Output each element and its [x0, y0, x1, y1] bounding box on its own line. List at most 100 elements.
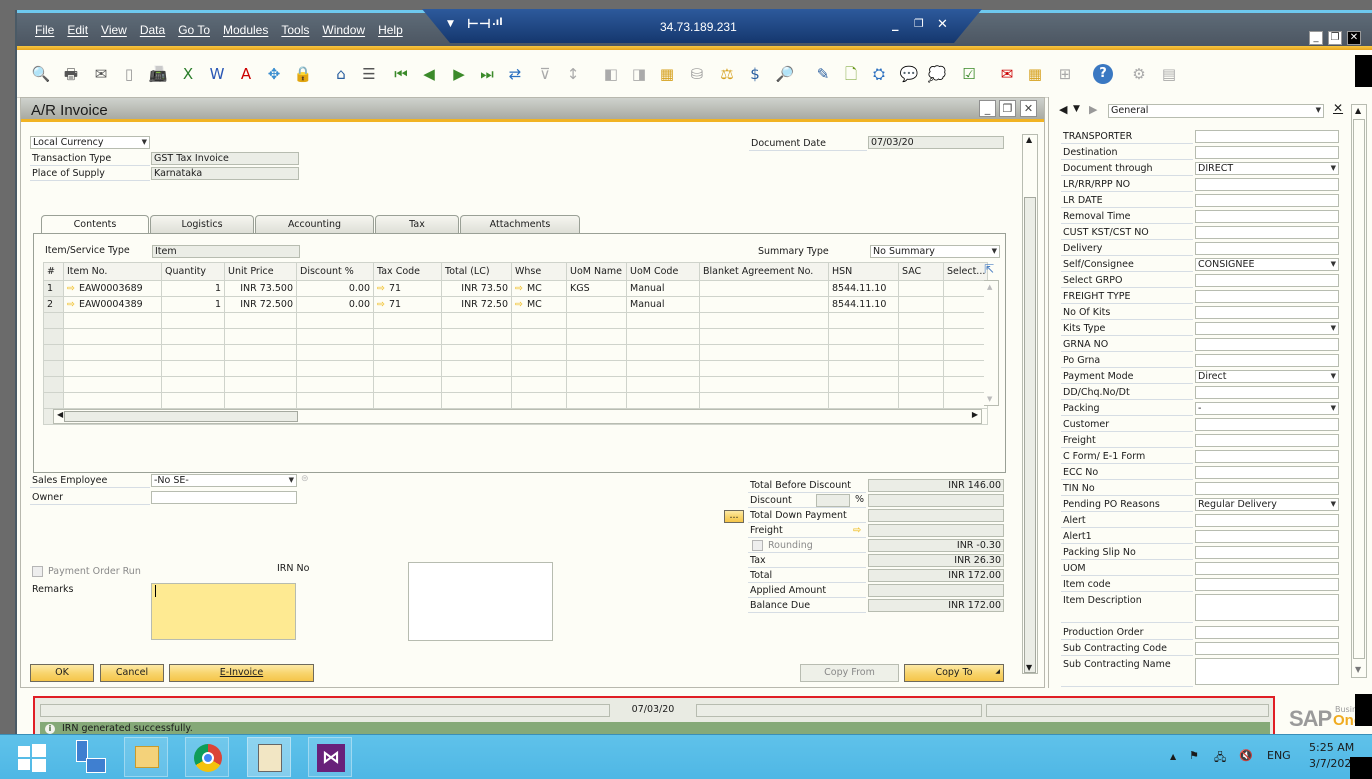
grid-cell[interactable] [699, 344, 829, 361]
refresh-icon[interactable]: ⇄ [505, 64, 525, 84]
grid-cell[interactable] [373, 328, 442, 345]
remarks-textarea[interactable] [151, 583, 296, 640]
transaction-type-field[interactable]: GST Tax Invoice [151, 152, 299, 165]
column-header[interactable]: UoM Code [626, 262, 700, 281]
grid-cell[interactable]: INR 73.50 [441, 280, 512, 297]
empty-table-row[interactable] [43, 328, 988, 345]
grid-cell[interactable] [224, 312, 297, 329]
grid-cell[interactable] [441, 360, 512, 377]
udf-prev-icon[interactable]: ◀ [1059, 103, 1067, 116]
grid-cell[interactable] [63, 376, 162, 393]
grid-cell[interactable] [626, 392, 700, 409]
empty-table-row[interactable] [43, 344, 988, 361]
udf-scroll-down-icon[interactable]: ▼ [1355, 665, 1361, 674]
rdp-restore-icon[interactable]: ❐ [914, 17, 924, 30]
clock-time[interactable]: 5:25 AM [1309, 741, 1354, 754]
sms-icon[interactable]: ▯ [119, 64, 139, 84]
grid-horizontal-scrollbar[interactable]: ◀ ▶ [53, 409, 982, 424]
menu-help[interactable]: Help [378, 23, 403, 37]
grid-cell[interactable] [43, 376, 64, 393]
grid-cell[interactable] [224, 392, 297, 409]
grid-cell[interactable] [161, 312, 225, 329]
scroll-down-icon[interactable]: ▼ [1026, 663, 1032, 672]
grid-cell[interactable] [43, 328, 64, 345]
empty-table-row[interactable] [43, 376, 988, 393]
menu-goto[interactable]: Go To [178, 23, 210, 37]
udf-text-field[interactable] [1195, 242, 1339, 255]
grid-cell[interactable]: INR 73.500 [224, 280, 297, 297]
word-export-icon[interactable]: W [207, 64, 227, 84]
item-service-type-field[interactable]: Item [152, 245, 300, 258]
grid-cell[interactable] [699, 296, 829, 313]
email-icon[interactable]: ✉ [91, 64, 111, 84]
udf-select-field[interactable]: - [1195, 402, 1339, 415]
menu-modules[interactable]: Modules [223, 23, 268, 37]
first-record-icon[interactable]: ⏮ [391, 64, 411, 84]
ok-button[interactable]: OK [30, 664, 94, 682]
udf-select-field[interactable]: CONSIGNEE [1195, 258, 1339, 271]
grid-scroll-down-icon[interactable]: ▼ [987, 395, 992, 403]
column-header[interactable]: Quantity [161, 262, 225, 281]
grid-cell[interactable] [296, 344, 374, 361]
grid-cell[interactable] [161, 376, 225, 393]
link-arrow-icon[interactable]: ⇨ [377, 299, 385, 310]
grid-vertical-scrollbar[interactable]: ▲ ▼ [984, 280, 999, 406]
lock-screen-icon[interactable]: 🔒 [293, 64, 313, 84]
chrome-icon[interactable] [185, 737, 229, 777]
udf-text-field[interactable] [1195, 290, 1339, 303]
sap-business-one-taskbar-icon[interactable] [247, 737, 291, 777]
grid-cell[interactable] [441, 344, 512, 361]
message-send-icon[interactable]: 💭 [927, 64, 947, 84]
column-header[interactable]: Tax Code [373, 262, 442, 281]
total-value[interactable]: INR 172.00 [868, 569, 1004, 582]
tab-tax[interactable]: Tax [375, 215, 459, 233]
last-record-icon[interactable]: ⏭ [477, 64, 497, 84]
grid-cell[interactable] [943, 312, 988, 329]
grid-cell[interactable] [943, 344, 988, 361]
scroll-up-icon[interactable]: ▲ [1026, 135, 1032, 144]
menu-tools[interactable]: Tools [281, 23, 309, 37]
balance-icon[interactable]: ⚖ [717, 64, 737, 84]
grid-cell[interactable] [828, 392, 899, 409]
total-value[interactable]: INR 172.00 [868, 599, 1004, 612]
cancel-button[interactable]: Cancel [100, 664, 164, 682]
grid-cell[interactable]: 1 [43, 280, 64, 297]
tab-logistics[interactable]: Logistics [150, 215, 254, 233]
grid-cell[interactable] [296, 392, 374, 409]
rdp-minimize-icon[interactable]: _ [892, 17, 899, 32]
udf-text-field[interactable] [1195, 642, 1339, 655]
visual-studio-icon[interactable]: ⋈ [308, 737, 352, 777]
payment-order-run-checkbox[interactable] [32, 566, 43, 577]
grid-cell[interactable]: INR 72.500 [224, 296, 297, 313]
grid-cell[interactable] [828, 376, 899, 393]
previous-record-icon[interactable]: ◀ [419, 64, 439, 84]
app-restore-icon[interactable]: ❐ [1328, 31, 1342, 45]
form-close-icon[interactable]: ✕ [1020, 100, 1037, 117]
udf-text-field[interactable] [1195, 578, 1339, 591]
copy-to-button[interactable]: Copy To ◢ [904, 664, 1004, 682]
grid-cell[interactable]: ⇨ 71 [373, 280, 442, 297]
transaction-report-icon[interactable]: 🔎 [775, 64, 795, 84]
activity-icon[interactable]: ☑ [959, 64, 979, 84]
udf-text-field[interactable] [1195, 434, 1339, 447]
grid-cell[interactable] [699, 280, 829, 297]
column-header[interactable]: Select... [943, 262, 988, 281]
total-value[interactable] [868, 509, 1004, 522]
journal-entry-icon[interactable]: $ [745, 64, 765, 84]
grid-cell[interactable]: ⇨ MC [511, 280, 567, 297]
grid-cell[interactable] [224, 328, 297, 345]
column-header[interactable]: Whse [511, 262, 567, 281]
grid-cell[interactable] [566, 296, 627, 313]
grid-cell[interactable] [224, 360, 297, 377]
owner-field[interactable] [151, 491, 297, 504]
grid-cell[interactable] [296, 360, 374, 377]
alerts-icon[interactable]: ✉ [997, 64, 1017, 84]
network-icon[interactable]: 🖧 [1214, 749, 1226, 768]
grid-cell[interactable] [943, 328, 988, 345]
udf-select-field[interactable]: Direct [1195, 370, 1339, 383]
grid-cell[interactable] [373, 360, 442, 377]
new-document-icon[interactable]: 🗋 [841, 64, 861, 84]
link-arrow-icon[interactable]: ⇨ [67, 283, 75, 294]
copy-from-button[interactable]: Copy From [800, 664, 899, 682]
empty-table-row[interactable] [43, 312, 988, 329]
